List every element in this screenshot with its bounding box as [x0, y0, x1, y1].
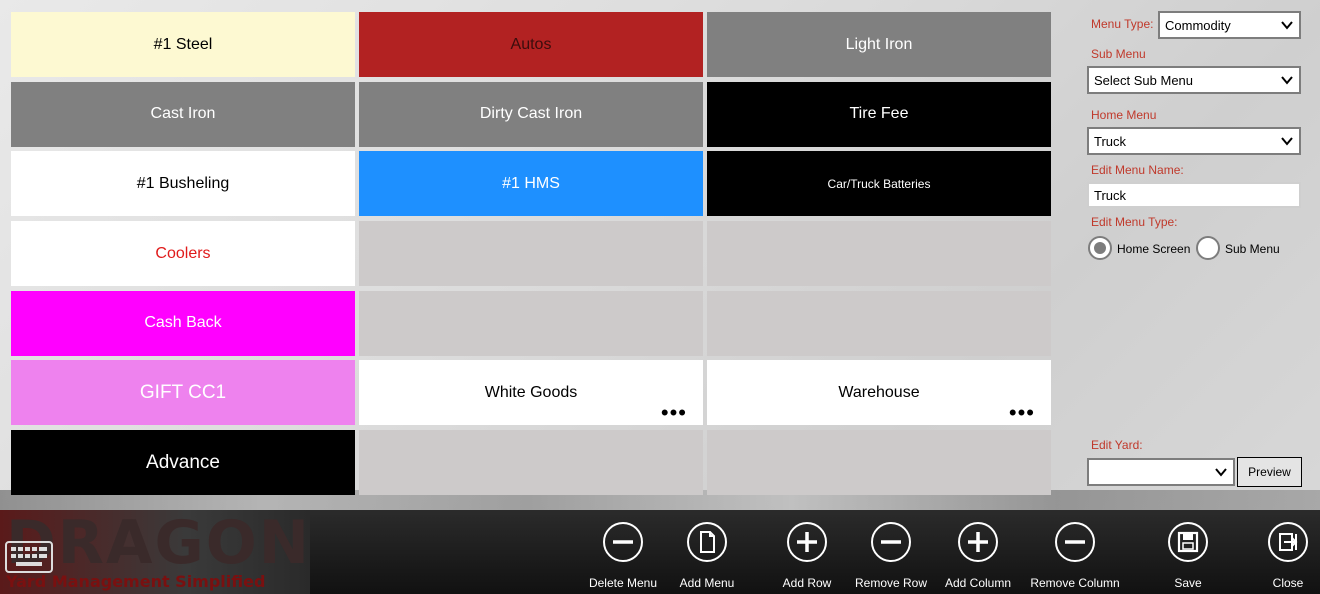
menu-type-value: Commodity: [1165, 17, 1231, 33]
menu-tile[interactable]: #1 HMS: [359, 151, 703, 217]
menu-tile[interactable]: Dirty Cast Iron: [359, 81, 703, 147]
menu-grid: #1 Steel Autos Light Iron Cast Iron Dirty Ca…: [11, 12, 1051, 496]
chevron-down-icon: [1281, 76, 1293, 85]
sub-menu-label: Sub Menu: [1091, 47, 1146, 61]
more-icon[interactable]: •••: [1009, 402, 1035, 424]
empty-tile[interactable]: [707, 290, 1051, 356]
home-menu-value: Truck: [1094, 133, 1127, 149]
app-bar: DRAGON Yard Management Simplified Delete…: [0, 510, 1320, 594]
edit-menu-name-input[interactable]: Truck: [1087, 182, 1301, 208]
empty-tile[interactable]: [359, 430, 703, 496]
button-caption: Close: [1272, 576, 1304, 590]
menu-tile[interactable]: Tire Fee: [707, 81, 1051, 147]
add-menu-button[interactable]: Add Menu: [652, 510, 762, 594]
tile-label: White Goods: [484, 383, 578, 401]
tile-label: GIFT CC1: [139, 381, 227, 403]
home-menu-select[interactable]: Truck: [1087, 127, 1301, 155]
logo: DRAGON Yard Management Simplified: [0, 510, 310, 594]
radio-selected-dot: [1094, 242, 1106, 254]
sub-menu-select[interactable]: Select Sub Menu: [1087, 66, 1301, 94]
empty-tile[interactable]: [359, 290, 703, 356]
empty-tile[interactable]: [707, 221, 1051, 287]
button-caption: Remove Column: [1030, 576, 1120, 590]
tile-label: #1 Busheling: [136, 174, 230, 192]
tile-label: Warehouse: [838, 383, 920, 401]
tile-label: #1 Steel: [153, 35, 213, 53]
minus-icon: [1055, 522, 1095, 562]
menu-type-label: Menu Type:: [1091, 17, 1154, 31]
tile-label: Autos: [510, 35, 552, 53]
tile-label: Cast Iron: [150, 105, 216, 123]
chevron-down-icon: [1281, 137, 1293, 146]
save-button[interactable]: Save: [1133, 510, 1243, 594]
more-icon[interactable]: •••: [661, 402, 687, 424]
menu-tile[interactable]: White Goods •••: [359, 360, 703, 426]
plus-icon: [787, 522, 827, 562]
radio-sub-menu[interactable]: [1196, 236, 1220, 260]
save-icon: [1168, 522, 1208, 562]
menu-tile[interactable]: GIFT CC1: [11, 360, 355, 426]
minus-icon: [871, 522, 911, 562]
radio-sub-menu-label: Sub Menu: [1225, 242, 1280, 256]
sub-menu-value: Select Sub Menu: [1094, 72, 1194, 88]
button-caption: Add Menu: [679, 576, 735, 590]
button-caption: Add Column: [944, 576, 1012, 590]
edit-yard-label: Edit Yard:: [1091, 438, 1143, 452]
menu-tile[interactable]: Cash Back: [11, 290, 355, 356]
tile-label: Car/Truck Batteries: [827, 176, 931, 191]
page-icon: [687, 522, 727, 562]
edit-menu-name-label: Edit Menu Name:: [1091, 163, 1184, 177]
add-column-button[interactable]: Add Column: [923, 510, 1033, 594]
keyboard-icon[interactable]: [4, 540, 54, 574]
tile-label: Tire Fee: [849, 105, 909, 123]
button-caption: Save: [1174, 576, 1202, 590]
preview-button[interactable]: Preview: [1237, 457, 1302, 487]
plus-icon: [958, 522, 998, 562]
radio-home-screen[interactable]: [1088, 236, 1112, 260]
tile-label: Light Iron: [845, 35, 913, 53]
radio-home-screen-label: Home Screen: [1117, 242, 1191, 256]
menu-tile[interactable]: #1 Steel: [11, 12, 355, 77]
remove-column-button[interactable]: Remove Column: [1020, 510, 1130, 594]
close-button[interactable]: Close: [1233, 510, 1320, 594]
chevron-down-icon: [1215, 468, 1227, 477]
menu-tile[interactable]: Car/Truck Batteries: [707, 151, 1051, 217]
edit-yard-select[interactable]: [1087, 458, 1235, 486]
menu-tile[interactable]: Autos: [359, 12, 703, 77]
home-menu-label: Home Menu: [1091, 108, 1157, 122]
tile-label: Advance: [146, 451, 220, 473]
menu-tile[interactable]: Light Iron: [707, 12, 1051, 77]
menu-tile[interactable]: Warehouse •••: [707, 360, 1051, 426]
menu-tile[interactable]: Cast Iron: [11, 81, 355, 147]
empty-tile[interactable]: [707, 430, 1051, 496]
edit-menu-type-label: Edit Menu Type:: [1091, 215, 1178, 229]
tile-label: Coolers: [155, 244, 211, 262]
menu-tile[interactable]: Advance: [11, 430, 355, 496]
empty-tile[interactable]: [359, 221, 703, 287]
chevron-down-icon: [1281, 21, 1293, 30]
menu-type-select[interactable]: Commodity: [1158, 11, 1301, 39]
tile-label: #1 HMS: [502, 174, 560, 192]
menu-tile[interactable]: #1 Busheling: [11, 151, 355, 217]
tile-label: Cash Back: [144, 314, 222, 332]
exit-icon: [1268, 522, 1308, 562]
minus-icon: [603, 522, 643, 562]
menu-tile[interactable]: Coolers: [11, 221, 355, 287]
logo-tagline: Yard Management Simplified: [6, 572, 266, 591]
tile-label: Dirty Cast Iron: [479, 105, 583, 123]
